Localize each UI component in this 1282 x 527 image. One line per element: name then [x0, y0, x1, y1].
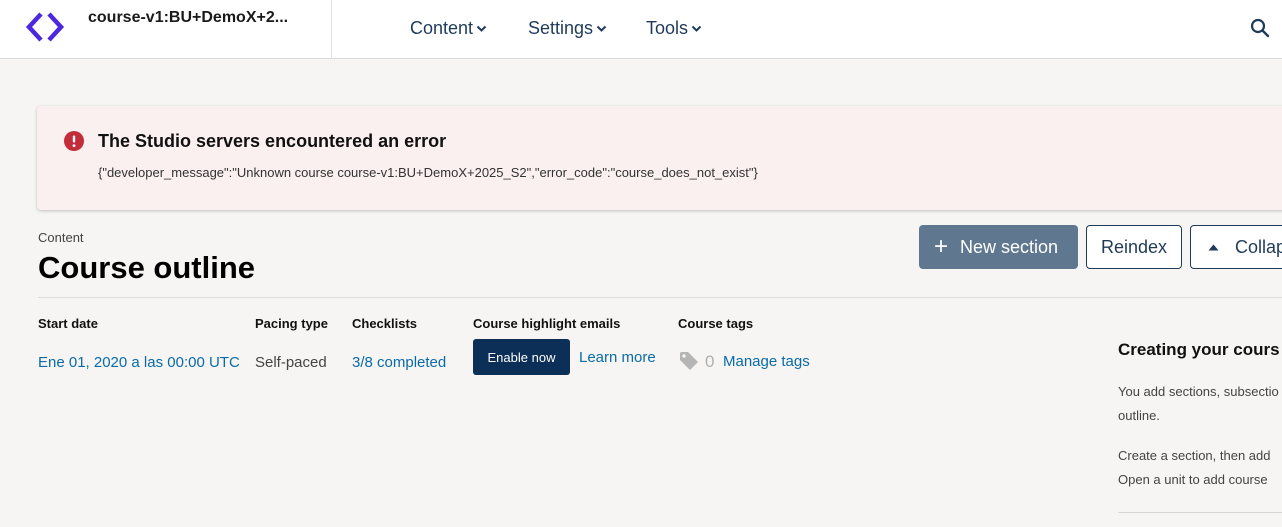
top-header: course-v1:BU+DemoX+2... Content Settings…: [0, 0, 1282, 59]
studio-logo-icon[interactable]: [24, 10, 66, 44]
sidebar-text: outline.: [1118, 408, 1160, 423]
chevron-down-icon: [596, 25, 607, 32]
alert-title: The Studio servers encountered an error: [98, 131, 447, 151]
checklists-label: Checklists: [352, 316, 418, 331]
section-divider: [38, 297, 1282, 298]
alert-message: {"developer_message":"Unknown course cou…: [98, 165, 758, 180]
learn-more-link[interactable]: Learn more: [579, 349, 656, 366]
chevron-down-icon: [476, 25, 487, 32]
sidebar-title: Creating your cours: [1118, 340, 1280, 359]
sidebar-text: Create a section, then add: [1118, 448, 1271, 463]
manage-tags-link[interactable]: Manage tags: [723, 353, 810, 370]
error-icon: [64, 131, 84, 151]
reindex-label: Reindex: [1100, 236, 1168, 257]
start-date-link[interactable]: Ene 01, 2020 a las 00:00 UTC: [38, 354, 240, 371]
chevron-down-icon: [691, 25, 702, 32]
caret-up-icon: [1208, 244, 1219, 250]
tag-count: 0: [705, 352, 715, 371]
breadcrumb: Content: [38, 230, 84, 245]
pacing-type-label: Pacing type: [255, 316, 328, 331]
enable-now-button[interactable]: Enable now: [473, 339, 570, 375]
sidebar-text: Open a unit to add course: [1118, 472, 1268, 487]
error-alert: The Studio servers encountered an error …: [37, 106, 1282, 210]
nav-settings-menu[interactable]: Settings: [528, 18, 607, 39]
checklists-link[interactable]: 3/8 completed: [352, 354, 446, 371]
collapse-all-button[interactable]: Collap: [1190, 225, 1282, 269]
sidebar-divider: [1118, 512, 1282, 513]
highlight-emails-label: Course highlight emails: [473, 316, 621, 331]
course-tags-label: Course tags: [678, 316, 754, 331]
new-section-label: New section: [960, 236, 1059, 257]
course-title[interactable]: course-v1:BU+DemoX+2...: [88, 9, 288, 27]
nav-tools-label: Tools: [646, 18, 689, 38]
nav-content-label: Content: [410, 18, 474, 38]
start-date-label: Start date: [38, 316, 98, 331]
sidebar-text: You add sections, subsectio: [1118, 384, 1279, 399]
tag-icon: [680, 352, 698, 370]
new-section-button[interactable]: + New section: [919, 225, 1078, 269]
nav-tools-menu[interactable]: Tools: [646, 18, 702, 39]
collapse-label: Collap: [1235, 236, 1282, 257]
search-icon[interactable]: [1249, 17, 1271, 39]
nav-content-menu[interactable]: Content: [410, 18, 487, 39]
page-title: Course outline: [38, 250, 256, 285]
header-divider: [331, 0, 332, 59]
pacing-type-value: Self-paced: [255, 354, 327, 371]
reindex-button[interactable]: Reindex: [1086, 225, 1182, 269]
plus-icon: +: [934, 233, 949, 260]
nav-settings-label: Settings: [528, 18, 594, 38]
